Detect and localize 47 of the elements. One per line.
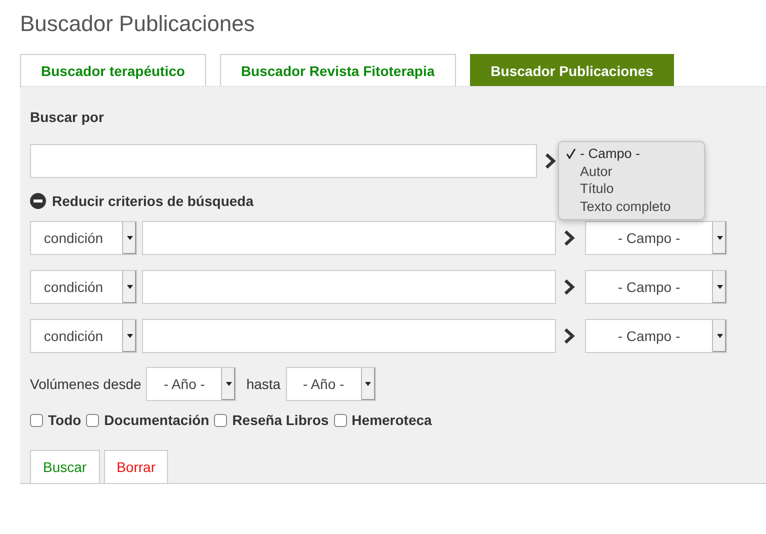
checkbox-label: Reseña Libros [232,412,329,428]
chevron-right-icon [564,328,575,344]
field-dropdown[interactable]: - Campo - [585,270,727,304]
minus-circle-icon [30,193,46,209]
page-title: Buscador Publicaciones [20,10,256,38]
caret-icon [716,285,722,289]
field-dropdown[interactable]: - Campo - [585,221,727,255]
caret-icon [716,236,722,240]
criteria-field[interactable] [142,221,556,255]
caret-icon [716,334,722,338]
checkbox-label: Todo [48,412,82,428]
checkbox-label: Documentación [104,412,210,428]
menu-option[interactable]: Autor [559,162,704,180]
menu-option[interactable]: - Campo - [559,145,704,162]
condition-dropdown[interactable]: condición [30,221,137,255]
condition-dropdown[interactable]: condición [30,270,137,304]
checkbox[interactable] [214,414,228,426]
criteria-field[interactable] [142,319,556,353]
search-label: Buscar por [30,109,105,125]
checkbox-label: Hemeroteca [352,412,432,428]
reduce-criteria-link[interactable]: Reducir criterios de búsqueda [52,193,254,209]
caret-icon [126,236,132,240]
clear-button[interactable]: Borrar [104,450,168,484]
caret-icon [126,334,132,338]
tab[interactable]: Buscador Publicaciones [470,54,674,86]
year-to-dropdown[interactable]: - Año - [286,367,376,401]
caret-icon [226,382,232,386]
volumes-label: Volúmenes desde [30,376,142,392]
field-dropdown[interactable]: - Campo - [585,319,727,353]
year-from-dropdown[interactable]: - Año - [146,367,236,401]
checkbox[interactable] [334,414,347,426]
menu-option[interactable]: Texto completo [559,198,704,215]
until-label: hasta [246,376,281,392]
chevron-right-icon [564,279,575,295]
caret-icon [365,382,372,386]
tab[interactable]: Buscador terapéutico [20,54,206,86]
search-field[interactable] [30,144,537,178]
menu-option[interactable]: Título [559,180,704,198]
condition-dropdown[interactable]: condición [30,319,137,353]
chevron-right-icon [545,153,556,169]
chevron-right-icon [564,230,575,246]
tab[interactable]: Buscador Revista Fitoterapia [220,54,456,86]
caret-icon [126,285,132,289]
checkbox[interactable] [86,414,100,426]
criteria-field[interactable] [142,270,556,304]
checkbox[interactable] [30,414,43,426]
search-button[interactable]: Buscar [30,450,100,484]
